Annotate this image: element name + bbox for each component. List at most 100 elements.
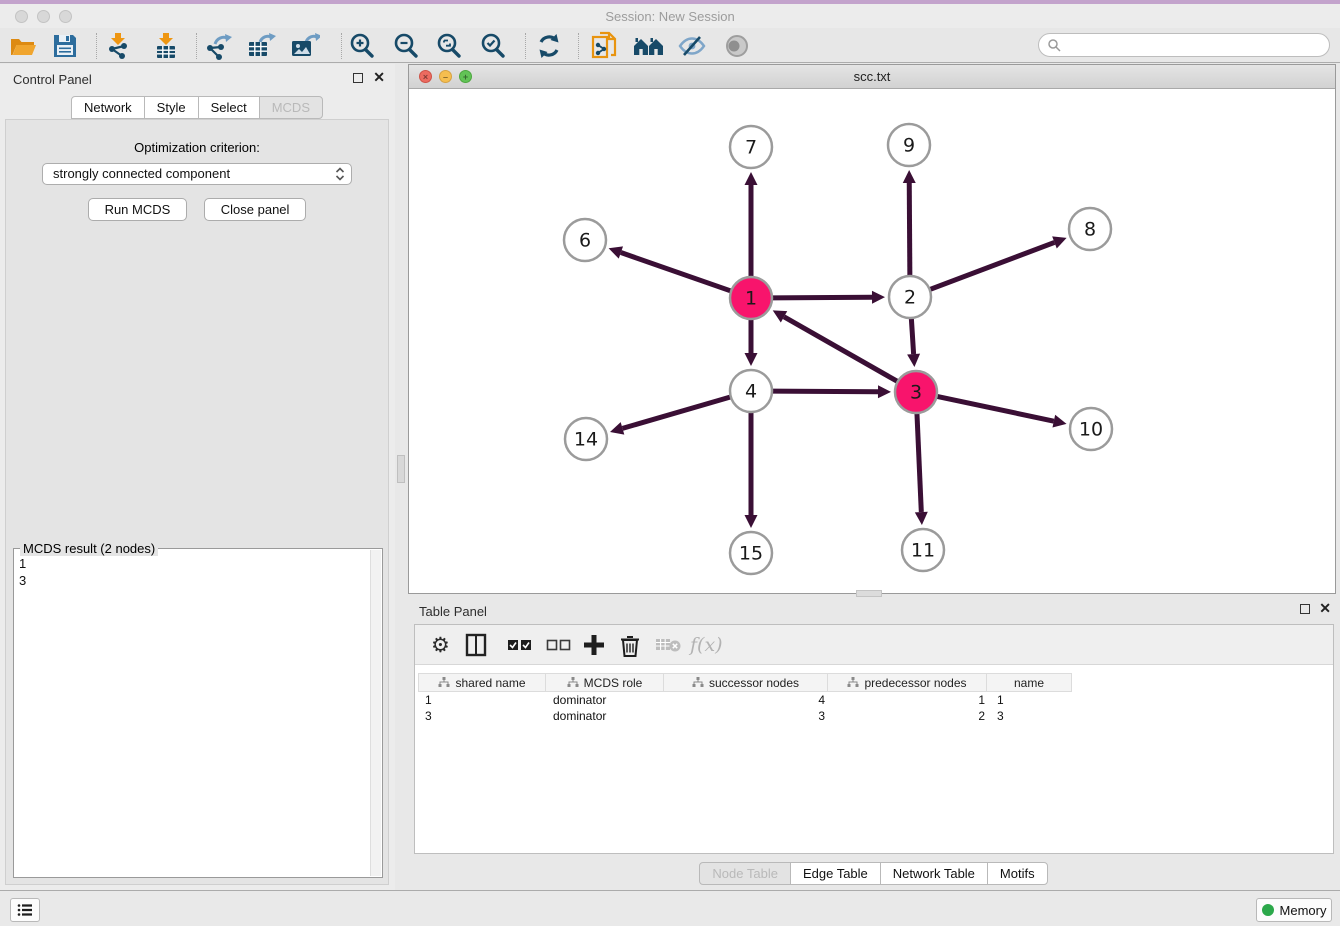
column-header-successor-nodes[interactable]: successor nodes [663, 673, 828, 692]
table-cell[interactable]: 3 [419, 708, 547, 724]
graph-node-10[interactable]: 10 [1070, 408, 1112, 450]
unselect-all-columns-icon[interactable] [546, 631, 572, 659]
edge-arrow[interactable] [878, 385, 891, 398]
edge-arrow[interactable] [903, 170, 916, 183]
zoom-out-icon[interactable] [388, 31, 424, 61]
graph-node-15[interactable]: 15 [730, 532, 772, 574]
run-mcds-button[interactable]: Run MCDS [88, 198, 188, 221]
tab-network-table[interactable]: Network Table [880, 862, 988, 885]
save-session-icon[interactable] [47, 31, 83, 61]
edge-arrow[interactable] [609, 246, 623, 258]
hide-network-icon[interactable] [674, 31, 710, 61]
home-icon[interactable] [631, 31, 667, 61]
graph-node-14[interactable]: 14 [565, 418, 607, 460]
graph-node-8[interactable]: 8 [1069, 208, 1111, 250]
import-table-icon[interactable] [148, 31, 184, 61]
memory-button[interactable]: Memory [1256, 898, 1332, 922]
birds-eye-icon[interactable] [719, 31, 755, 61]
tab-edge-table[interactable]: Edge Table [790, 862, 881, 885]
tab-node-table[interactable]: Node Table [699, 862, 791, 885]
search-field[interactable] [1038, 33, 1330, 57]
table-cell[interactable]: dominator [547, 692, 666, 708]
graph-node-9[interactable]: 9 [888, 124, 930, 166]
node-table: shared name MCDS role successor nodesprede… [419, 673, 1077, 724]
table-cell[interactable]: 2 [831, 708, 991, 724]
result-line: 3 [19, 572, 369, 589]
zoom-in-icon[interactable] [344, 31, 380, 61]
table-row[interactable]: 3dominator323 [419, 708, 1077, 724]
app-title: Session: New Session [0, 9, 1340, 24]
tab-select[interactable]: Select [198, 96, 260, 119]
close-panel-button[interactable]: Close panel [204, 198, 307, 221]
tab-network[interactable]: Network [71, 96, 145, 119]
search-input[interactable] [1061, 38, 1329, 52]
import-network-icon[interactable] [100, 31, 136, 61]
network-view-window: × – + scc.txt 1 2 3 4 6 7 8 9 10 11 14 15 [408, 64, 1336, 594]
column-header-predecessor-nodes[interactable]: predecessor nodes [827, 673, 987, 692]
table-cell[interactable]: 3 [991, 708, 1077, 724]
result-scrollbar[interactable] [370, 550, 381, 876]
tab-mcds[interactable]: MCDS [259, 96, 323, 119]
column-header-label: shared name [455, 676, 525, 690]
close-table-panel-icon[interactable]: ✕ [1319, 600, 1331, 617]
float-panel-icon[interactable] [353, 73, 363, 83]
export-table-icon[interactable] [243, 31, 279, 61]
edge-arrow[interactable] [745, 353, 758, 366]
tab-motifs[interactable]: Motifs [987, 862, 1048, 885]
network-window-titlebar[interactable]: × – + scc.txt [409, 65, 1335, 89]
search-icon [1047, 38, 1061, 52]
column-header-MCDS-role[interactable]: MCDS role [545, 673, 664, 692]
node-table-container: ⚙ [414, 624, 1334, 854]
table-cell[interactable]: 4 [666, 692, 831, 708]
function-builder-icon[interactable]: f(x) [690, 631, 723, 659]
criterion-dropdown[interactable]: strongly connected component [42, 163, 352, 185]
hierarchy-icon [847, 677, 859, 688]
network-graph-canvas[interactable]: 1 2 3 4 6 7 8 9 10 11 14 15 [409, 89, 1335, 593]
select-all-columns-icon[interactable] [507, 631, 533, 659]
edge-arrow[interactable] [610, 422, 624, 434]
edge-arrow[interactable] [745, 172, 758, 185]
table-row[interactable]: 1dominator411 [419, 692, 1077, 708]
edge-arrow[interactable] [745, 515, 758, 528]
table-settings-icon[interactable]: ⚙ [431, 631, 450, 659]
delete-column-icon[interactable] [620, 631, 640, 659]
edge-arrow[interactable] [915, 512, 928, 525]
graph-node-1[interactable]: 1 [730, 277, 772, 319]
graph-node-7[interactable]: 7 [730, 126, 772, 168]
table-cell[interactable]: 1 [419, 692, 547, 708]
table-cell[interactable]: 3 [666, 708, 831, 724]
show-log-button[interactable] [10, 898, 40, 922]
export-image-icon[interactable] [287, 31, 323, 61]
column-layout-icon[interactable] [465, 631, 487, 659]
clone-network-icon[interactable] [587, 31, 623, 61]
zoom-fit-icon[interactable] [431, 31, 467, 61]
graph-node-3[interactable]: 3 [895, 371, 937, 413]
vertical-splitter-handle[interactable] [397, 455, 405, 483]
delete-table-icon[interactable] [655, 631, 681, 659]
tab-style[interactable]: Style [144, 96, 199, 119]
table-cell[interactable]: 1 [991, 692, 1077, 708]
edge-arrow[interactable] [1052, 415, 1066, 428]
close-panel-icon[interactable]: ✕ [373, 69, 385, 86]
table-cell[interactable]: 1 [831, 692, 991, 708]
zoom-selected-icon[interactable] [475, 31, 511, 61]
column-header-label: MCDS role [584, 676, 643, 690]
open-session-icon[interactable] [5, 31, 41, 61]
edge-arrow[interactable] [872, 291, 885, 304]
edge-arrow[interactable] [907, 354, 920, 367]
mcds-result-text[interactable]: 1 3 [16, 555, 369, 875]
control-panel: Control Panel ✕ NetworkStyleSelectMCDS O… [0, 64, 395, 890]
graph-node-11[interactable]: 11 [902, 529, 944, 571]
refresh-view-icon[interactable] [531, 31, 567, 61]
column-header-name[interactable]: name [986, 673, 1072, 692]
column-header-shared-name[interactable]: shared name [418, 673, 546, 692]
float-table-panel-icon[interactable] [1300, 604, 1310, 614]
graph-node-4[interactable]: 4 [730, 370, 772, 412]
table-cell[interactable]: dominator [547, 708, 666, 724]
export-network-icon[interactable] [200, 31, 236, 61]
graph-node-6[interactable]: 6 [564, 219, 606, 261]
add-column-icon[interactable] [583, 631, 605, 659]
graph-node-2[interactable]: 2 [889, 276, 931, 318]
table-header-row: shared name MCDS role successor nodesprede… [419, 673, 1077, 692]
app-titlebar: Session: New Session [0, 4, 1340, 28]
